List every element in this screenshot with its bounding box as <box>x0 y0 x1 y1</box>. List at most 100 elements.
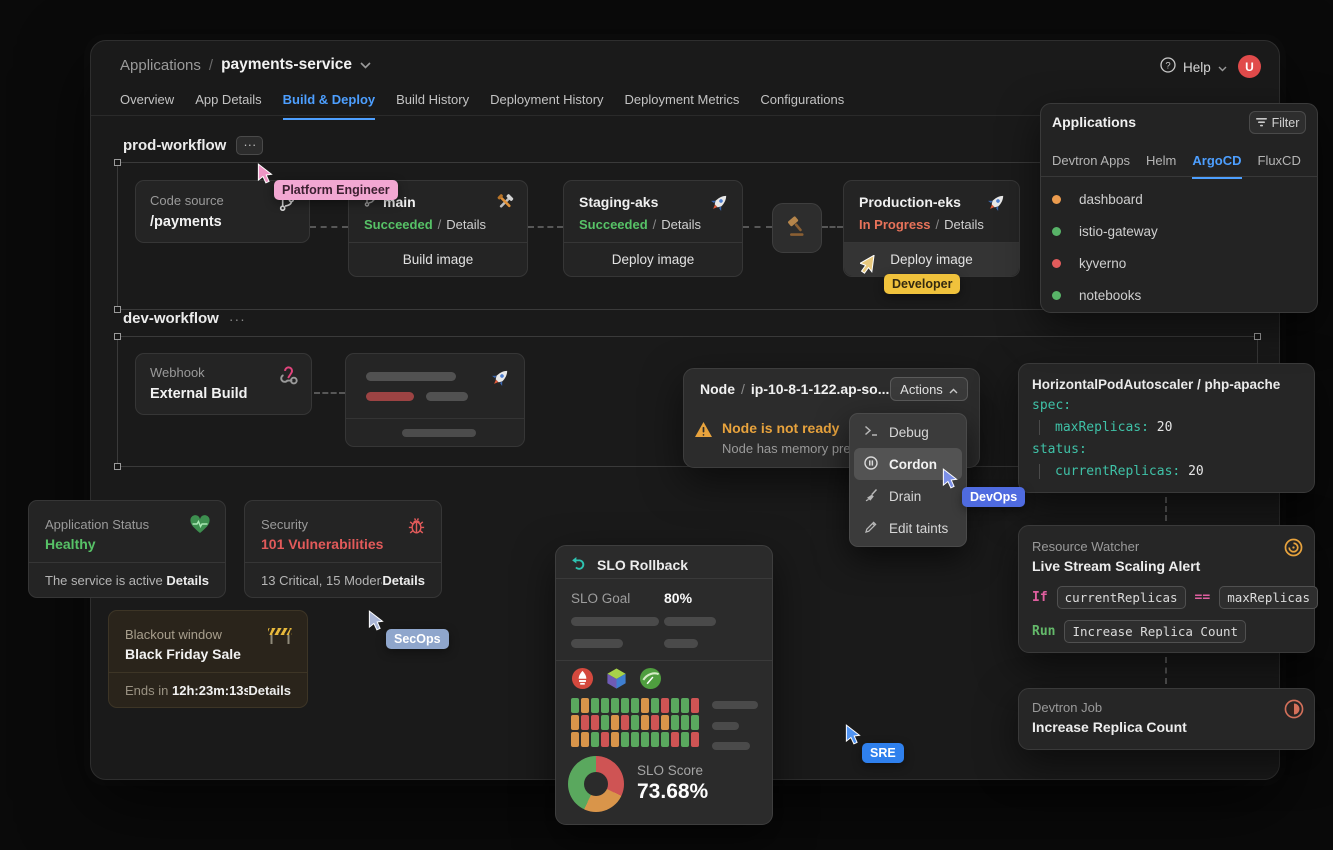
avatar[interactable]: U <box>1238 55 1261 78</box>
tab-app-details[interactable]: App Details <box>195 92 261 120</box>
approval-gate[interactable] <box>772 203 822 253</box>
staging-stage-card[interactable]: Staging-aks Succeeded / Details Deploy i… <box>563 180 743 277</box>
tab-deployment-history[interactable]: Deployment History <box>490 92 603 120</box>
divider <box>556 578 772 579</box>
donut-hole <box>584 772 608 796</box>
slo-grid-cell <box>661 698 669 713</box>
slo-grid-cell <box>581 732 589 747</box>
application-status-card[interactable]: Application Status Healthy The service i… <box>28 500 226 598</box>
filter-button[interactable]: Filter <box>1249 111 1306 134</box>
tab-build-history[interactable]: Build History <box>396 92 469 120</box>
slo-grid-cell <box>621 698 629 713</box>
app-list-item[interactable]: notebooks <box>1052 282 1302 308</box>
broom-icon <box>864 488 878 505</box>
canvas-handle[interactable] <box>114 333 121 340</box>
cursor-sre <box>843 724 863 750</box>
screen: Applications / payments-service ? Help U… <box>0 0 1333 850</box>
details-link[interactable]: Details <box>248 683 291 698</box>
actions-button[interactable]: Actions <box>890 377 968 401</box>
prod-workflow-more-button[interactable]: ··· <box>236 136 263 155</box>
green-circle-icon <box>639 667 662 695</box>
menu-item-edit-taints[interactable]: Edit taints <box>854 512 962 544</box>
canvas-handle[interactable] <box>114 306 121 313</box>
skeleton-bar <box>571 617 659 626</box>
slo-grid-cell <box>601 715 609 730</box>
details-link[interactable]: Details <box>382 573 425 588</box>
condition-right-chip[interactable]: maxReplicas <box>1219 586 1318 609</box>
status-dot <box>1052 291 1061 300</box>
cursor-devops <box>940 468 960 494</box>
run-action-chip[interactable]: Increase Replica Count <box>1064 620 1246 643</box>
node-kind: Node <box>700 381 735 397</box>
canvas-handle[interactable] <box>114 159 121 166</box>
webhook-card[interactable]: Webhook External Build <box>135 353 312 415</box>
build-action-button[interactable]: Build image <box>349 242 527 276</box>
slo-grid-cell <box>691 715 699 730</box>
panel-connector <box>1165 497 1167 521</box>
app-list-item[interactable]: dashboard <box>1052 186 1302 212</box>
slo-grid-cell <box>581 715 589 730</box>
role-badge-developer: Developer <box>884 274 960 294</box>
skeleton-stage-card[interactable] <box>345 353 525 447</box>
slo-grid-cell <box>661 715 669 730</box>
build-details-link[interactable]: Details <box>446 217 486 232</box>
watcher-run-row: Run Increase Replica Count <box>1032 620 1246 643</box>
run-keyword: Run <box>1032 624 1055 639</box>
chevron-down-icon[interactable] <box>360 56 371 74</box>
slo-grid-cell <box>591 698 599 713</box>
hpa-panel-title: HorizontalPodAutoscaler / php-apache <box>1032 377 1280 392</box>
tab-build-deploy[interactable]: Build & Deploy <box>283 92 375 120</box>
filter-icon <box>1256 116 1267 130</box>
role-badge-secops: SecOps <box>386 629 449 649</box>
tab-deployment-metrics[interactable]: Deployment Metrics <box>625 92 740 120</box>
canvas-handle[interactable] <box>1254 333 1261 340</box>
slo-grid-cell <box>671 715 679 730</box>
canvas-handle[interactable] <box>114 463 121 470</box>
job-label: Devtron Job <box>1032 700 1102 715</box>
app-list-item[interactable]: kyverno <box>1052 250 1302 276</box>
slo-grid-cell <box>611 698 619 713</box>
slo-grid-cell <box>601 698 609 713</box>
app-list-item[interactable]: istio-gateway <box>1052 218 1302 244</box>
pipeline-connector <box>822 226 843 228</box>
svg-text:?: ? <box>1165 60 1170 71</box>
details-link[interactable]: Details <box>166 573 209 588</box>
breadcrumb-app-name[interactable]: payments-service <box>221 56 352 74</box>
yaml-line: maxReplicas: 20 <box>1039 420 1172 435</box>
node-title: Node / ip-10-8-1-122.ap-so... <box>700 381 889 397</box>
breadcrumb-section[interactable]: Applications <box>120 57 201 74</box>
production-details-link[interactable]: Details <box>944 217 984 232</box>
terminal-icon <box>864 424 878 440</box>
blackout-window-card[interactable]: Blackout window Black Friday Sale Ends i… <box>108 610 308 708</box>
card-footer: Ends in 12h:23m:13s Details <box>109 672 307 707</box>
staging-action-button[interactable]: Deploy image <box>564 242 742 276</box>
chevron-up-icon <box>949 382 958 397</box>
skeleton-bar <box>664 617 716 626</box>
tab-overview[interactable]: Overview <box>120 92 174 120</box>
half-circle-icon <box>1284 699 1304 724</box>
blackout-name: Black Friday Sale <box>125 646 241 662</box>
tab-configurations[interactable]: Configurations <box>760 92 844 120</box>
card-label: Blackout window <box>125 627 222 642</box>
footer-text: The service is active <box>45 573 163 588</box>
skeleton-bar <box>571 639 623 648</box>
app-name: kyverno <box>1079 256 1126 271</box>
role-badge-sre: SRE <box>862 743 904 763</box>
condition-left-chip[interactable]: currentReplicas <box>1057 586 1186 609</box>
production-name: Production-eks <box>859 194 961 210</box>
help-menu[interactable]: ? Help <box>1160 57 1227 78</box>
security-card[interactable]: Security 101 Vulnerabilities 13 Critical… <box>244 500 442 598</box>
yaml-value: 20 <box>1157 420 1173 435</box>
slo-grid-cell <box>601 732 609 747</box>
dev-workflow-more-button[interactable]: ··· <box>229 311 246 327</box>
slo-score-donut <box>568 756 624 812</box>
divider <box>346 418 524 419</box>
operator: == <box>1195 590 1211 605</box>
cursor-secops <box>366 610 386 636</box>
slo-grid-cell <box>571 698 579 713</box>
pipeline-connector <box>314 392 345 394</box>
menu-item-debug[interactable]: Debug <box>854 416 962 448</box>
staging-details-link[interactable]: Details <box>661 217 701 232</box>
slo-score-label: SLO Score <box>637 763 703 778</box>
webhook-label: Webhook <box>150 365 297 380</box>
